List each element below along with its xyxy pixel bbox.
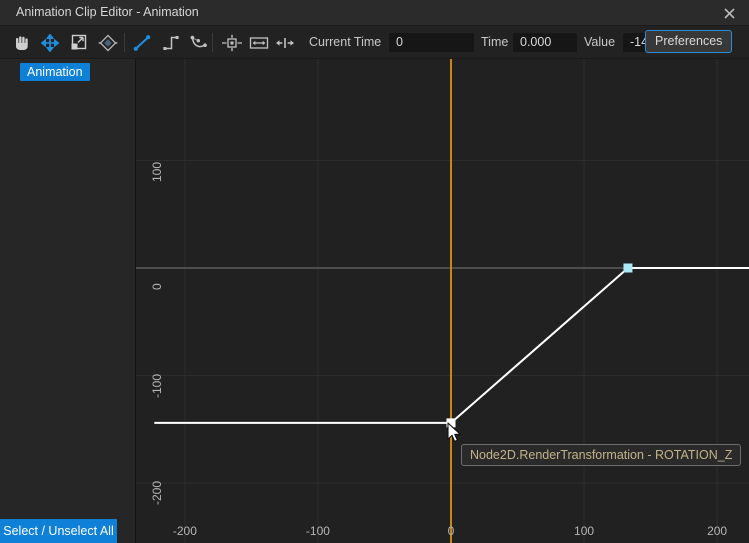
window-title: Animation Clip Editor - Animation (16, 5, 199, 19)
title-bar: Animation Clip Editor - Animation (0, 0, 749, 26)
scale-box-icon[interactable] (66, 30, 92, 55)
x-axis-tick: 100 (574, 524, 595, 538)
step-curve-icon[interactable] (158, 30, 184, 55)
hand-icon[interactable] (8, 30, 34, 55)
x-axis-tick: -100 (305, 524, 330, 538)
gridlines (136, 59, 749, 543)
arrow-cursor (447, 422, 463, 449)
track-list-sidebar: Animation Select / Unselect All (0, 59, 136, 543)
curve-tooltip: Node2D.RenderTransformation - ROTATION_Z (461, 444, 742, 466)
toolbar-separator (124, 33, 125, 52)
y-axis-tick: -100 (150, 373, 164, 398)
value-label: Value (584, 35, 616, 49)
animation-clip-editor-window: Animation Clip Editor - Animation Curren… (0, 0, 749, 543)
time-input[interactable]: 0.000 (513, 33, 577, 52)
y-axis-tick: -200 (150, 481, 164, 506)
current-time-label: Current Time (309, 35, 382, 49)
sidebar-item-animation[interactable]: Animation (20, 63, 90, 81)
fit-horizontal-icon[interactable] (246, 30, 272, 55)
y-axis-tick: 100 (150, 162, 164, 183)
snap-crosshair-icon[interactable] (219, 30, 245, 55)
diamond-keyframe-icon[interactable] (95, 30, 121, 55)
linear-curve-icon[interactable] (129, 30, 155, 55)
toolbar: Current Time 0 Time 0.000 Value -140.000… (0, 26, 749, 59)
preferences-button[interactable]: Preferences (645, 30, 733, 53)
y-axis-tick: 0 (150, 283, 164, 290)
close-icon[interactable] (713, 3, 745, 23)
x-axis-tick: -200 (172, 524, 197, 538)
expand-horizontal-icon[interactable] (272, 30, 298, 55)
current-time-input[interactable]: 0 (389, 33, 474, 52)
toolbar-separator-2 (212, 33, 213, 52)
x-axis-tick: 0 (447, 524, 455, 538)
move-arrows-icon[interactable] (37, 30, 63, 55)
bezier-curve-icon[interactable] (186, 30, 212, 55)
select-unselect-all-button[interactable]: Select / Unselect All (0, 519, 117, 543)
x-axis-tick: 200 (707, 524, 728, 538)
curve-graph-area[interactable]: 100 0 -100 -200 -200 -100 0 100 200 Node2D.Rend… (136, 59, 749, 543)
time-label: Time (481, 35, 509, 49)
curve-graph-canvas (136, 59, 749, 543)
